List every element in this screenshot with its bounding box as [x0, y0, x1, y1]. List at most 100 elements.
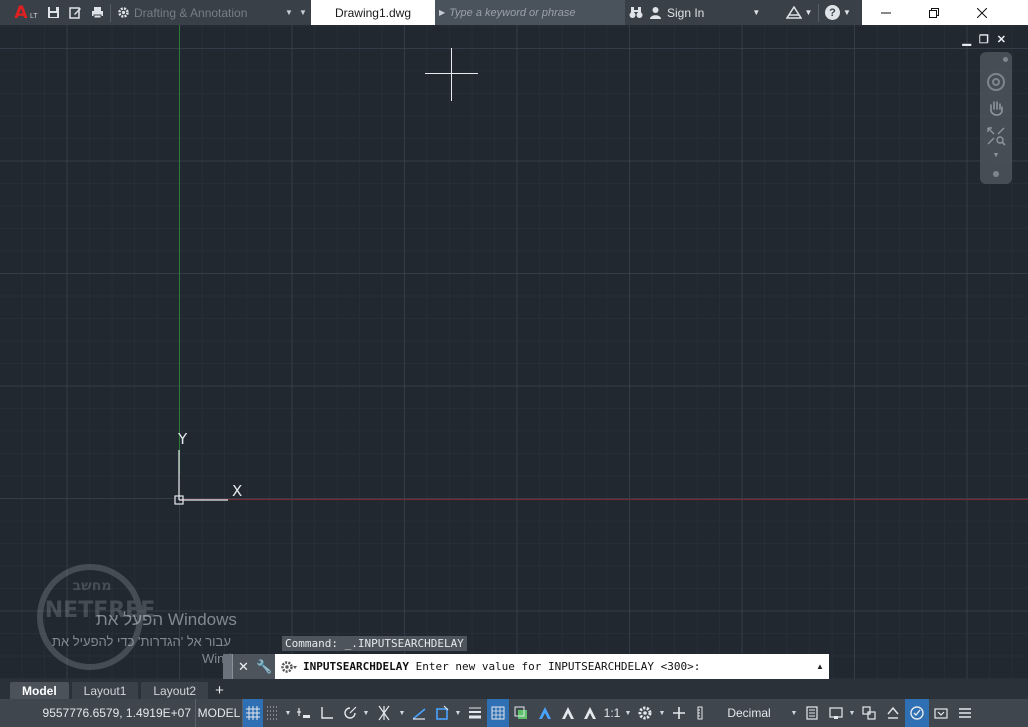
- isolate-objects-button[interactable]: [857, 699, 881, 727]
- workspace-switcher[interactable]: Drafting & Annotation: [113, 0, 283, 25]
- chevron-down-icon: ▼: [398, 709, 406, 717]
- transparency-toggle[interactable]: [487, 699, 509, 727]
- annotation-scale-icon: [584, 707, 596, 719]
- ucs-y-label: Y: [178, 430, 188, 448]
- application-menu-button[interactable]: A LT: [0, 0, 42, 25]
- object-snap-icon: [436, 705, 449, 720]
- tab-layout2[interactable]: Layout2: [141, 682, 209, 699]
- annotation-scale[interactable]: 1:1: [601, 699, 623, 727]
- navbar-close-button[interactable]: [981, 52, 1011, 68]
- object-snap-dropdown[interactable]: ▼: [453, 699, 463, 727]
- zoom-dropdown[interactable]: ▼: [981, 150, 1011, 161]
- save-as-button[interactable]: [64, 0, 86, 25]
- units-display[interactable]: Decimal: [709, 699, 789, 727]
- zoom-extents-button[interactable]: [981, 123, 1011, 148]
- ucs-x-label: X: [232, 482, 243, 500]
- annotation-visibility-toggle[interactable]: [533, 699, 557, 727]
- hamburger-menu-icon: [959, 708, 971, 718]
- model-space-toggle[interactable]: MODEL: [195, 699, 243, 727]
- isodraft-toggle[interactable]: [371, 699, 397, 727]
- object-snap-toggle[interactable]: [431, 699, 453, 727]
- graphics-performance-icon: [934, 708, 948, 719]
- save-button[interactable]: [42, 0, 64, 25]
- autodesk-exchange-button[interactable]: ▼: [782, 0, 816, 25]
- expand-arrow-icon[interactable]: ▶: [439, 8, 445, 17]
- auto-scale-icon: [562, 707, 574, 719]
- command-line-grip[interactable]: [223, 654, 233, 679]
- help-button[interactable]: ? ▼: [821, 0, 855, 25]
- minimize-button[interactable]: [862, 0, 910, 25]
- units-dropdown[interactable]: ▼: [789, 699, 799, 727]
- object-snap-tracking-toggle[interactable]: [407, 699, 431, 727]
- customization-menu-button[interactable]: [953, 699, 977, 727]
- close-icon: ✕: [238, 658, 249, 674]
- workspace-switching-button[interactable]: [633, 699, 657, 727]
- workspace-switching-dropdown[interactable]: ▼: [657, 699, 667, 727]
- dynamic-input-toggle[interactable]: [293, 699, 315, 727]
- grid-toggle[interactable]: [243, 699, 263, 727]
- document-tab-drawing1[interactable]: Drawing1.dwg: [311, 0, 435, 25]
- lineweight-icon: [469, 707, 481, 719]
- lineweight-toggle[interactable]: [463, 699, 487, 727]
- snap-mode-toggle[interactable]: [263, 699, 283, 727]
- ucs-icon: Y X: [170, 430, 260, 510]
- gear-icon: [118, 7, 129, 18]
- help-icon: ?: [825, 5, 841, 20]
- close-dot-icon: [1002, 57, 1008, 63]
- annotation-monitor-toggle[interactable]: [667, 699, 691, 727]
- pan-button[interactable]: [981, 97, 1011, 122]
- viewport-restore-icon[interactable]: ❐: [979, 33, 989, 46]
- polar-tracking-toggle[interactable]: [339, 699, 361, 727]
- tab-layout1[interactable]: Layout1: [71, 682, 139, 699]
- steering-wheel-button[interactable]: [981, 70, 1011, 95]
- isometric-icon: [378, 705, 390, 721]
- auto-scale-toggle[interactable]: [557, 699, 579, 727]
- transparency-icon: [491, 706, 505, 720]
- annotation-scale-icon-button[interactable]: [579, 699, 601, 727]
- navbar-grip[interactable]: [981, 165, 1011, 184]
- command-prompt-button[interactable]: [275, 660, 303, 674]
- quick-properties-toggle[interactable]: [799, 699, 825, 727]
- command-line-close-button[interactable]: ✕: [233, 654, 254, 679]
- close-button[interactable]: [958, 0, 1006, 25]
- clean-screen-toggle[interactable]: [905, 699, 929, 727]
- search-button[interactable]: [625, 0, 647, 25]
- graphics-performance-button[interactable]: [929, 699, 953, 727]
- ortho-mode-toggle[interactable]: [315, 699, 339, 727]
- window-controls: [862, 0, 1028, 25]
- lock-ui-dropdown[interactable]: ▼: [847, 699, 857, 727]
- command-input-area[interactable]: INPUTSEARCHDELAY Enter new value for INP…: [275, 654, 829, 679]
- hardware-acceleration-toggle[interactable]: [881, 699, 905, 727]
- command-line: ✕ 🔧 INPUTSEARCHDELAY Enter new value for…: [223, 654, 829, 679]
- polar-tracking-icon: [344, 706, 357, 719]
- tab-model[interactable]: Model: [10, 682, 69, 699]
- viewport-close-icon[interactable]: ✕: [997, 33, 1006, 46]
- search-input[interactable]: [449, 6, 620, 19]
- isodraft-dropdown[interactable]: ▼: [397, 699, 407, 727]
- plot-button[interactable]: [86, 0, 108, 25]
- command-line-customize-button[interactable]: 🔧: [254, 654, 275, 679]
- recent-commands-button[interactable]: ▲: [811, 662, 829, 671]
- annotation-visibility-icon: [539, 707, 551, 719]
- snap-dropdown[interactable]: ▼: [283, 699, 293, 727]
- crosshair-cursor: [425, 48, 478, 101]
- polar-dropdown[interactable]: ▼: [361, 699, 371, 727]
- chevron-down-icon[interactable]: ▼: [752, 8, 760, 17]
- annotation-scale-dropdown[interactable]: ▼: [623, 699, 633, 727]
- exchange-apps-icon: [785, 6, 802, 19]
- chevron-down-icon: ▼: [285, 8, 293, 17]
- selection-cycling-toggle[interactable]: [509, 699, 533, 727]
- coordinate-display[interactable]: 9557776.6579, 1.4919E+07: [0, 699, 195, 727]
- quick-access-customize-button[interactable]: ▼: [295, 0, 311, 25]
- chevron-down-icon: ▼: [790, 709, 798, 717]
- add-layout-button[interactable]: +: [211, 682, 228, 699]
- units-icon-button[interactable]: [691, 699, 709, 727]
- lock-ui-button[interactable]: [825, 699, 847, 727]
- viewport-minimize-icon[interactable]: ▁: [962, 33, 970, 46]
- restore-button[interactable]: [910, 0, 958, 25]
- customize-menu-icon: ▼: [299, 8, 307, 17]
- command-history: Command: _.INPUTSEARCHDELAY: [282, 636, 467, 651]
- document-name: Drawing1.dwg: [334, 5, 412, 20]
- sign-in-button[interactable]: Sign In ▼: [647, 0, 782, 25]
- workspace-dropdown[interactable]: ▼: [283, 0, 295, 25]
